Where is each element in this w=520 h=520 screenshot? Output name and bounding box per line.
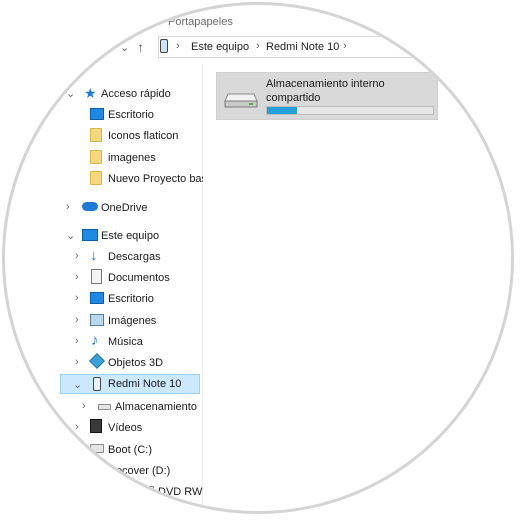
sidebar-item-label: Iconos flaticon — [108, 130, 179, 142]
chevron-down-icon[interactable]: ⌄ — [73, 378, 82, 391]
chevron-right-icon[interactable]: › — [75, 443, 79, 455]
sidebar-item-escritorio[interactable]: › Escritorio — [5, 289, 202, 309]
folder-icon — [90, 171, 102, 185]
navigation-pane[interactable]: ⌄ ★ Acceso rápido Escritorio Iconos flat… — [5, 64, 207, 511]
music-note-icon: ♪ — [91, 332, 99, 349]
sidebar-item-label: Objetos 3D — [108, 357, 164, 369]
cloud-icon — [82, 202, 98, 211]
pictures-icon — [90, 314, 104, 326]
film-icon — [90, 419, 102, 433]
content-pane — [203, 64, 511, 511]
sidebar-item-musica[interactable]: › ♪ Música — [5, 332, 202, 352]
sidebar-item-este-equipo[interactable]: ⌄ Este equipo — [5, 226, 202, 246]
chevron-right-icon[interactable]: › — [75, 271, 79, 283]
recent-locations-chevron-icon[interactable]: ⌄ — [120, 41, 129, 54]
drive-icon — [98, 404, 111, 410]
breadcrumb-separator-icon[interactable]: › — [176, 40, 180, 52]
computer-icon — [82, 229, 98, 241]
drive-icon — [224, 93, 258, 108]
sidebar-item-onedrive[interactable]: › OneDrive — [5, 198, 202, 218]
sidebar-item-label: Escritorio — [108, 293, 154, 305]
sidebar-item-almacenamiento[interactable]: › Almacenamiento — [5, 397, 202, 417]
sidebar-item-videos[interactable]: › Vídeos — [5, 418, 202, 438]
desktop-icon — [90, 108, 104, 120]
storage-usage-bar — [266, 106, 434, 115]
sidebar-item-label: DVD RW — [158, 486, 203, 498]
file-explorer-window: Portapapeles ⌄ ↑ › Este equipo › Redmi N… — [5, 5, 511, 511]
sidebar-item-descargas[interactable]: › ↓ Descargas — [5, 247, 202, 267]
chevron-down-icon[interactable]: ⌄ — [66, 229, 75, 242]
storage-usage-fill — [267, 107, 297, 114]
chevron-right-icon[interactable]: › — [75, 314, 79, 326]
sidebar-item-nuevo-proyecto[interactable]: Nuevo Proyecto bas — [5, 169, 207, 189]
folder-icon — [90, 128, 102, 142]
chevron-right-icon[interactable]: › — [75, 335, 79, 347]
up-arrow-icon[interactable]: ↑ — [137, 39, 144, 55]
chevron-right-icon[interactable]: › — [75, 292, 79, 304]
sidebar-item-objetos-3d[interactable]: › Objetos 3D — [5, 353, 202, 373]
sidebar-item-label: Nuevo Proyecto bas — [108, 173, 208, 185]
breadcrumb-separator-icon[interactable]: › — [256, 40, 260, 52]
sidebar-item-boot-c[interactable]: › Boot (C:) — [5, 440, 202, 460]
storage-title: Almacenamiento interno compartido — [266, 78, 385, 104]
dvd-icon — [140, 486, 154, 495]
sidebar-item-label: imagenes — [108, 152, 156, 164]
explorer-screenshot: Portapapeles ⌄ ↑ › Este equipo › Redmi N… — [0, 0, 520, 520]
breadcrumb-separator-icon[interactable]: › — [343, 40, 347, 52]
chevron-right-icon[interactable]: › — [75, 356, 79, 368]
desktop-icon — [90, 292, 104, 304]
chevron-right-icon[interactable]: › — [75, 250, 79, 262]
sidebar-item-redmi-note-10[interactable]: ⌄ Redmi Note 10 — [60, 374, 200, 394]
sidebar-item-label: Este equipo — [101, 230, 160, 242]
sidebar-item-label: Escritorio — [108, 109, 154, 121]
breadcrumb-este-equipo[interactable]: Este equipo — [191, 41, 249, 53]
cube-3d-icon — [89, 353, 105, 369]
sidebar-item-iconos-flaticon[interactable]: Iconos flaticon — [5, 126, 202, 146]
sidebar-item-label: Boot (C:) — [108, 444, 153, 456]
sidebar-item-label: Almacenamiento — [115, 401, 197, 413]
sidebar-item-recover-d[interactable]: Recover (D:) — [5, 461, 202, 481]
chevron-right-icon[interactable]: › — [66, 201, 70, 213]
sidebar-item-label: Acceso rápido — [101, 88, 171, 100]
chevron-down-icon[interactable]: ⌄ — [66, 87, 75, 100]
sidebar-item-quick-access[interactable]: ⌄ ★ Acceso rápido — [5, 84, 202, 104]
sidebar-item-label: Redmi Note 10 — [108, 378, 182, 390]
folder-icon — [90, 150, 102, 164]
chevron-right-icon[interactable]: › — [82, 400, 86, 412]
sidebar-item-label: Recover (D:) — [108, 465, 171, 477]
star-icon: ★ — [84, 85, 97, 101]
windows-drive-icon — [90, 444, 104, 453]
sidebar-item-label: Descargas — [108, 251, 161, 263]
download-arrow-icon: ↓ — [90, 247, 98, 264]
document-icon — [91, 269, 102, 284]
phone-icon — [93, 377, 101, 391]
sidebar-item-label: Imágenes — [108, 315, 157, 327]
ribbon-clipboard-label: Portapapeles — [168, 16, 233, 28]
sidebar-item-label: OneDrive — [101, 202, 148, 214]
breadcrumb-redmi-note-10[interactable]: Redmi Note 10 — [266, 41, 339, 53]
chevron-right-icon[interactable]: › — [75, 421, 79, 433]
sidebar-item-label: Vídeos — [108, 422, 143, 434]
sidebar-item-imagenes[interactable]: › Imágenes — [5, 311, 202, 331]
sidebar-item-label: Música — [108, 336, 143, 348]
sidebar-item-dvd-rw[interactable]: DVD RW — [5, 482, 203, 502]
sidebar-item-imagenes-folder[interactable]: imagenes — [5, 148, 202, 168]
sidebar-item-label: Documentos — [108, 272, 170, 284]
phone-icon — [160, 39, 168, 53]
drive-icon — [90, 465, 104, 474]
sidebar-item-documentos[interactable]: › Documentos — [5, 268, 202, 288]
sidebar-item-escritorio-quick[interactable]: Escritorio — [5, 105, 202, 125]
